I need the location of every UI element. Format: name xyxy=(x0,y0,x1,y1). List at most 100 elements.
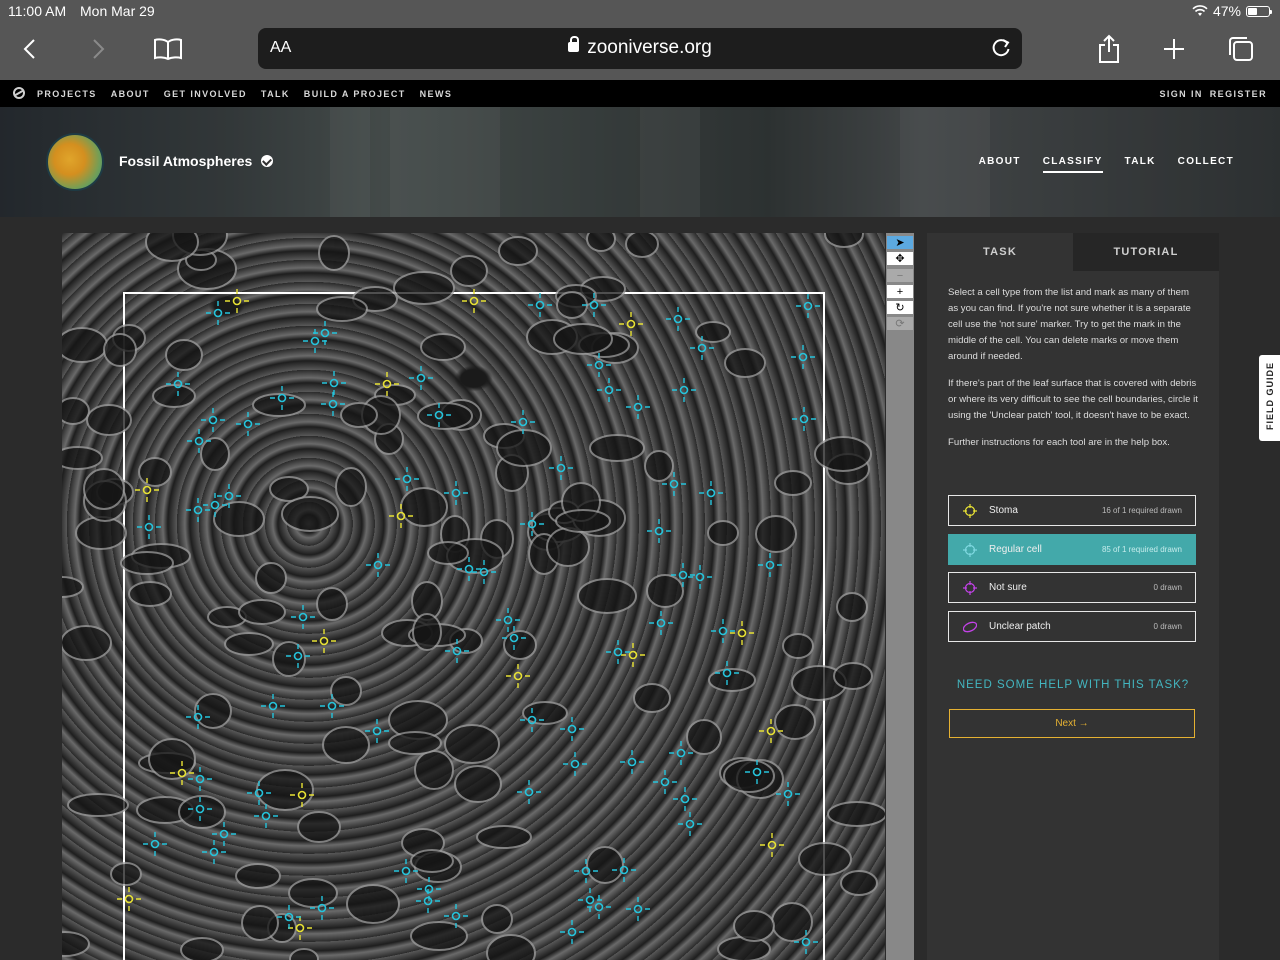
stoma-mark[interactable] xyxy=(312,629,336,653)
regular-cell-mark[interactable] xyxy=(560,717,584,741)
regular-cell-mark[interactable] xyxy=(649,611,673,635)
project-title[interactable]: Fossil Atmospheres xyxy=(119,153,274,169)
stoma-mark[interactable] xyxy=(117,887,141,911)
regular-cell-mark[interactable] xyxy=(236,412,260,436)
cell-texture xyxy=(316,587,348,621)
cell-texture xyxy=(120,551,174,575)
regular-cell-mark[interactable] xyxy=(758,553,782,577)
cell-texture xyxy=(522,701,568,725)
zoom-out-icon[interactable]: − xyxy=(887,269,913,282)
field-guide-tab[interactable]: FIELD GUIDE xyxy=(1259,355,1280,441)
regular-cell-mark[interactable] xyxy=(528,293,552,317)
annotation-layer[interactable] xyxy=(62,233,885,960)
regular-cell-mark[interactable] xyxy=(626,897,650,921)
regular-cell-mark[interactable] xyxy=(597,378,621,402)
stoma-mark[interactable] xyxy=(619,312,643,336)
rotate-icon[interactable]: ↻ xyxy=(887,301,913,314)
tool-unclear-patch[interactable]: Unclear patch 0 drawn xyxy=(948,611,1196,642)
site-nav-link-about[interactable]: ABOUT xyxy=(111,89,150,99)
regular-cell-mark[interactable] xyxy=(366,553,390,577)
site-nav-link-talk[interactable]: TALK xyxy=(261,89,290,99)
new-tab-icon[interactable] xyxy=(1157,32,1191,66)
regular-cell-mark[interactable] xyxy=(322,371,346,395)
regular-cell-mark[interactable] xyxy=(186,498,210,522)
regular-cell-mark[interactable] xyxy=(444,481,468,505)
pointer-icon[interactable]: ➤ xyxy=(887,236,913,249)
cell-texture xyxy=(586,233,616,252)
regular-cell-mark[interactable] xyxy=(711,619,735,643)
regular-cell-mark[interactable] xyxy=(143,832,167,856)
regular-cell-mark[interactable] xyxy=(606,640,630,664)
regular-cell-mark[interactable] xyxy=(688,565,712,589)
bookmarks-icon[interactable] xyxy=(151,32,185,66)
regular-cell-mark[interactable] xyxy=(395,467,419,491)
regular-cell-mark[interactable] xyxy=(409,366,433,390)
reload-icon[interactable] xyxy=(990,37,1012,59)
tool-not-sure[interactable]: Not sure 0 drawn xyxy=(948,572,1196,603)
stoma-mark[interactable] xyxy=(621,643,645,667)
project-link-talk[interactable]: TALK xyxy=(1125,156,1156,173)
regular-cell-mark[interactable] xyxy=(137,515,161,539)
share-icon[interactable] xyxy=(1092,32,1126,66)
site-nav-link-news[interactable]: NEWS xyxy=(420,89,453,99)
regular-cell-mark[interactable] xyxy=(647,519,671,543)
tab-tutorial[interactable]: TUTORIAL xyxy=(1073,233,1219,271)
cell-texture xyxy=(152,384,196,408)
tool-regular-cell[interactable]: Regular cell 85 of 1 required drawn xyxy=(948,534,1196,565)
back-icon[interactable] xyxy=(14,32,48,66)
regular-cell-mark[interactable] xyxy=(796,294,820,318)
crosshair-icon xyxy=(963,542,977,557)
site-nav-link-build-a-project[interactable]: BUILD A PROJECT xyxy=(304,89,406,99)
project-link-classify[interactable]: CLASSIFY xyxy=(1042,156,1103,173)
regular-cell-mark[interactable] xyxy=(792,407,816,431)
sign-in-link[interactable]: SIGN IN xyxy=(1159,89,1202,99)
tabs-icon[interactable] xyxy=(1224,32,1258,66)
regular-cell-mark[interactable] xyxy=(201,408,225,432)
regular-cell-mark[interactable] xyxy=(626,395,650,419)
regular-cell-mark[interactable] xyxy=(563,752,587,776)
stoma-mark[interactable] xyxy=(506,664,530,688)
regular-cell-mark[interactable] xyxy=(672,378,696,402)
zoom-in-icon[interactable]: + xyxy=(887,285,913,298)
cell-texture xyxy=(213,501,265,537)
forward-icon[interactable] xyxy=(80,32,114,66)
move-icon[interactable]: ✥ xyxy=(887,252,913,265)
regular-cell-mark[interactable] xyxy=(517,780,541,804)
address-bar[interactable]: AA zooniverse.org xyxy=(258,28,1022,69)
regular-cell-mark[interactable] xyxy=(587,895,611,919)
regular-cell-mark[interactable] xyxy=(291,605,315,629)
cell-texture xyxy=(83,468,125,510)
regular-cell-mark[interactable] xyxy=(496,608,520,632)
site-nav: PROJECTS ABOUT GET INVOLVED TALK BUILD A PRO… xyxy=(0,80,1280,107)
help-link[interactable]: NEED SOME HELP WITH THIS TASK? xyxy=(927,679,1219,691)
regular-cell-mark[interactable] xyxy=(416,889,440,913)
regular-cell-mark[interactable] xyxy=(261,694,285,718)
stoma-mark[interactable] xyxy=(730,621,754,645)
regular-cell-mark[interactable] xyxy=(678,812,702,836)
regular-cell-mark[interactable] xyxy=(791,345,815,369)
regular-cell-mark[interactable] xyxy=(202,840,226,864)
register-link[interactable]: REGISTER xyxy=(1210,89,1267,99)
project-avatar[interactable] xyxy=(46,133,104,191)
regular-cell-mark[interactable] xyxy=(620,750,644,774)
regular-cell-mark[interactable] xyxy=(549,456,573,480)
subject-image[interactable] xyxy=(62,233,885,960)
regular-cell-mark[interactable] xyxy=(666,307,690,331)
regular-cell-mark[interactable] xyxy=(560,920,584,944)
regular-cell-mark[interactable] xyxy=(673,787,697,811)
project-link-about[interactable]: ABOUT xyxy=(979,156,1021,173)
regular-cell-mark[interactable] xyxy=(313,321,337,345)
tab-task[interactable]: TASK xyxy=(927,233,1073,271)
next-button[interactable]: Next → xyxy=(949,709,1195,738)
stoma-mark[interactable] xyxy=(760,833,784,857)
zooniverse-logo-icon[interactable] xyxy=(13,87,25,99)
project-link-collect[interactable]: COLLECT xyxy=(1178,156,1234,173)
regular-cell-mark[interactable] xyxy=(699,481,723,505)
regular-cell-mark[interactable] xyxy=(206,301,230,325)
cell-texture xyxy=(62,327,108,363)
site-nav-link-projects[interactable]: PROJECTS xyxy=(37,89,97,99)
site-nav-link-get-involved[interactable]: GET INVOLVED xyxy=(164,89,247,99)
tool-stoma[interactable]: Stoma 16 of 1 required drawn xyxy=(948,495,1196,526)
regular-cell-mark[interactable] xyxy=(653,770,677,794)
reset-icon[interactable]: ⟳ xyxy=(887,317,913,330)
